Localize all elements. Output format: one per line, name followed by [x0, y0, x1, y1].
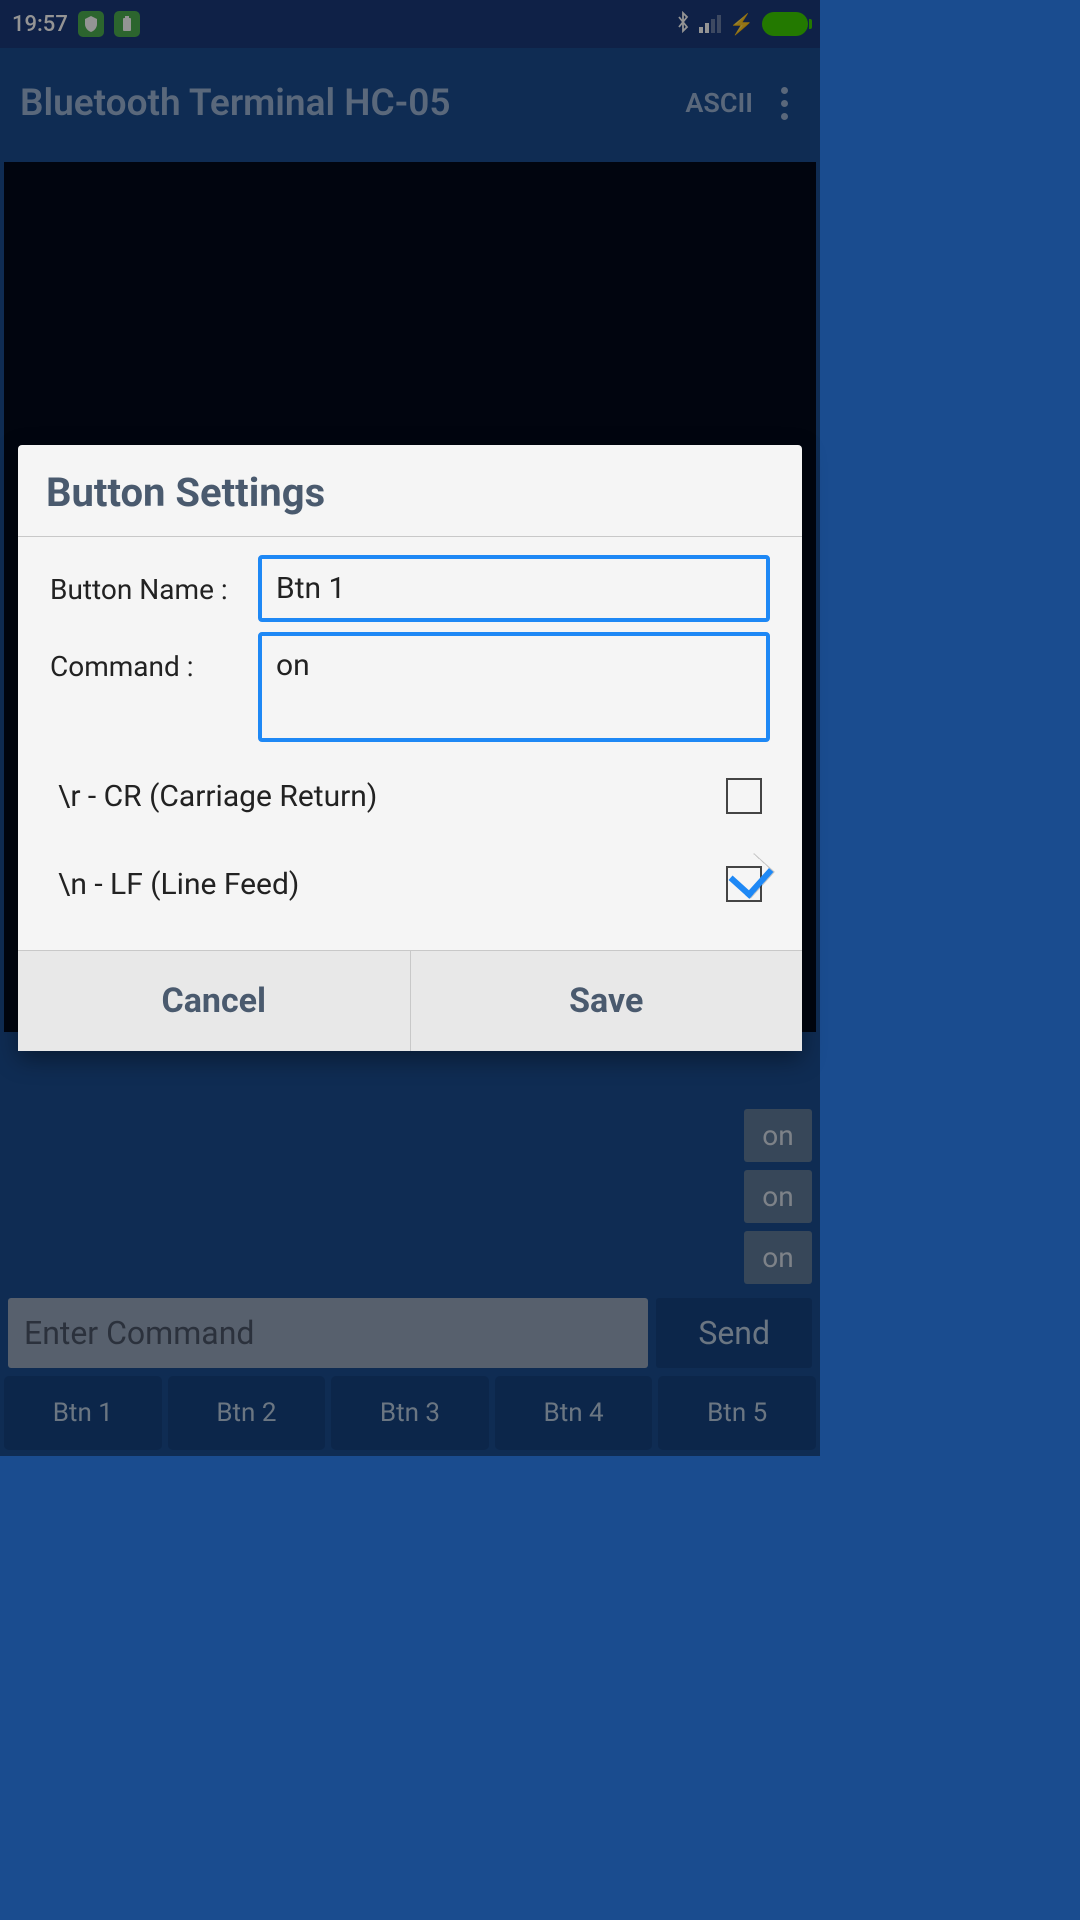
command-input-field[interactable]: on [258, 632, 770, 742]
cr-checkbox[interactable] [726, 778, 762, 814]
dialog-actions: Cancel Save [18, 950, 802, 1051]
lf-row[interactable]: \n - LF (Line Feed) [50, 840, 770, 928]
cr-row[interactable]: \r - CR (Carriage Return) [50, 752, 770, 840]
lf-checkbox[interactable] [726, 866, 762, 902]
cancel-button[interactable]: Cancel [18, 951, 411, 1051]
cr-label: \r - CR (Carriage Return) [58, 779, 377, 814]
name-label: Button Name : [50, 555, 258, 606]
lf-label: \n - LF (Line Feed) [58, 867, 299, 902]
command-label: Command : [50, 632, 258, 683]
name-row: Button Name : [50, 555, 770, 622]
button-settings-dialog: Button Settings Button Name : Command : … [18, 445, 802, 1051]
command-row: Command : on [50, 632, 770, 742]
button-name-input[interactable] [258, 555, 770, 622]
dialog-body: Button Name : Command : on \r - CR (Carr… [18, 537, 802, 950]
save-button[interactable]: Save [411, 951, 803, 1051]
dialog-title: Button Settings [18, 445, 802, 537]
